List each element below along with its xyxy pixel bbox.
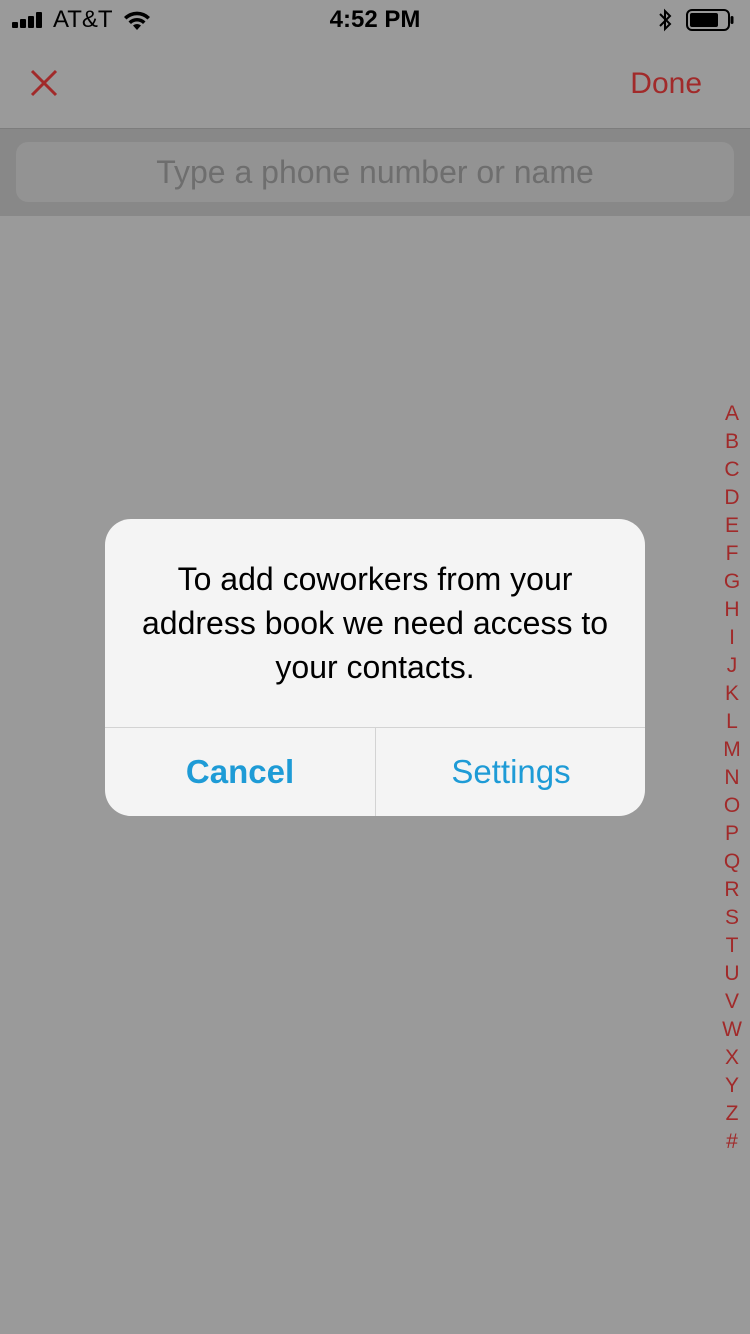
contacts-access-alert: To add coworkers from your address book … [105,519,645,816]
alphabet-index[interactable]: A B C D E F G H I J K L M N O P Q R S T U V W X Y Z # [718,400,746,1156]
index-letter[interactable]: S [718,904,746,932]
settings-button[interactable]: Settings [376,728,645,816]
index-letter[interactable]: L [718,708,746,736]
cancel-button[interactable]: Cancel [105,728,375,816]
index-letter[interactable]: Z [718,1100,746,1128]
bluetooth-icon [659,8,672,32]
index-letter[interactable]: N [718,764,746,792]
index-letter[interactable]: V [718,988,746,1016]
index-letter[interactable]: R [718,876,746,904]
index-letter[interactable]: U [718,960,746,988]
index-letter[interactable]: Q [718,848,746,876]
search-area [0,129,750,216]
index-letter[interactable]: K [718,680,746,708]
index-letter[interactable]: W [718,1016,746,1044]
index-letter[interactable]: H [718,596,746,624]
index-letter[interactable]: C [718,456,746,484]
index-letter[interactable]: A [718,400,746,428]
index-letter[interactable]: # [718,1128,746,1156]
index-letter[interactable]: M [718,736,746,764]
nav-bar: Done [0,40,750,128]
index-letter[interactable]: F [718,540,746,568]
status-bar: AT&T 4:52 PM [0,0,750,40]
index-letter[interactable]: J [718,652,746,680]
search-input[interactable] [16,142,734,202]
index-letter[interactable]: Y [718,1072,746,1100]
index-letter[interactable]: G [718,568,746,596]
index-letter[interactable]: I [718,624,746,652]
index-letter[interactable]: P [718,820,746,848]
clock: 4:52 PM [329,6,421,33]
battery-icon [686,9,734,31]
index-letter[interactable]: D [718,484,746,512]
close-icon[interactable] [22,62,66,106]
index-letter[interactable]: X [718,1044,746,1072]
index-letter[interactable]: B [718,428,746,456]
done-button[interactable]: Done [630,66,702,102]
index-letter[interactable]: T [718,932,746,960]
index-letter[interactable]: O [718,792,746,820]
alert-message: To add coworkers from your address book … [141,561,609,685]
index-letter[interactable]: E [718,512,746,540]
